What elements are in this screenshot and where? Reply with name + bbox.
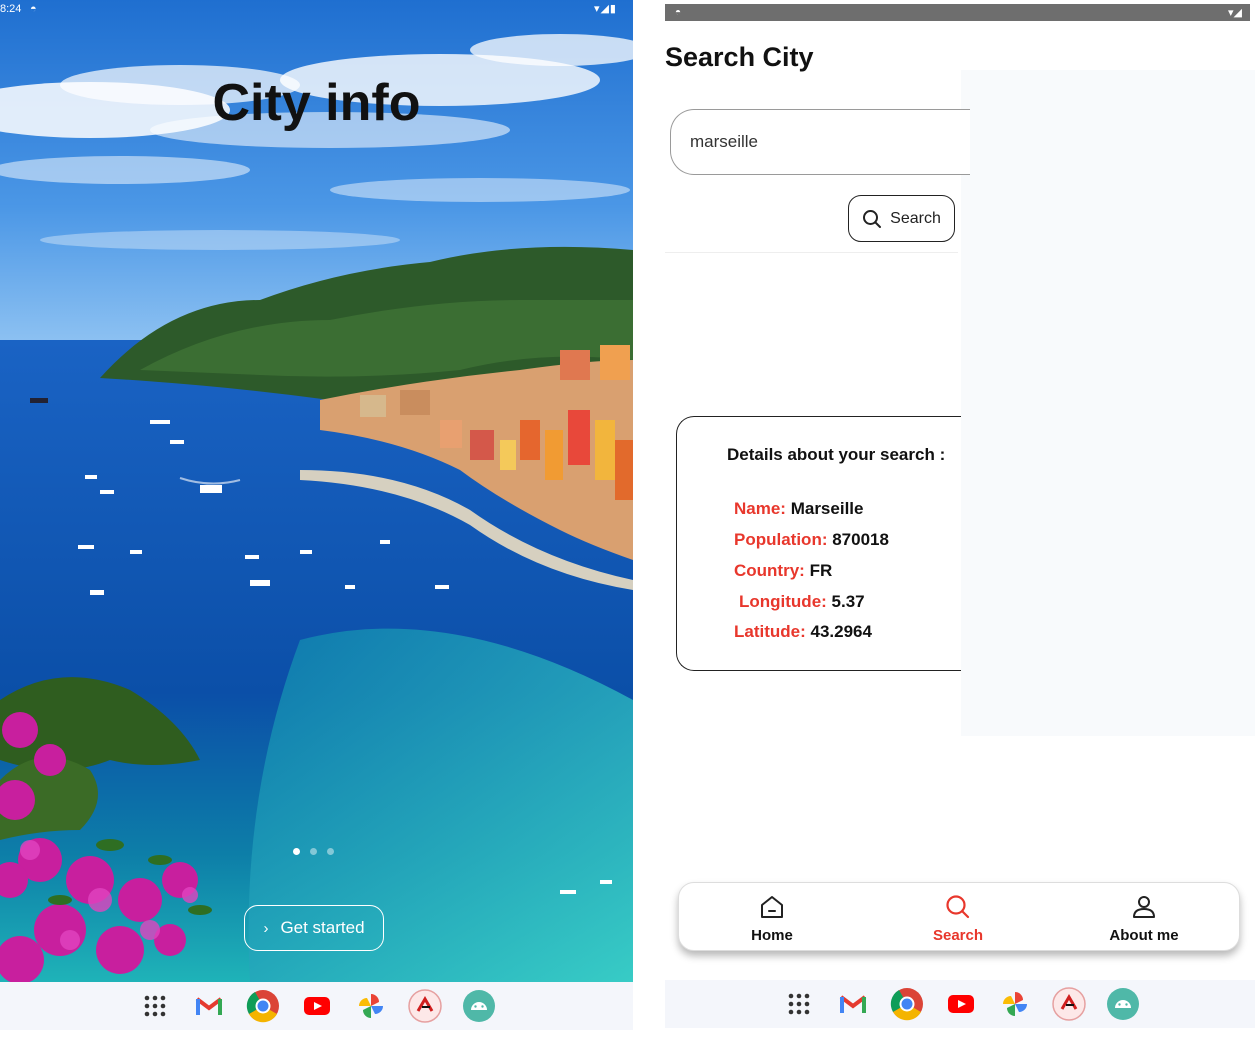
nav-home-label: Home: [751, 927, 793, 944]
nav-about[interactable]: About me: [1084, 893, 1204, 944]
signal-battery-icons: ▾◢: [1228, 7, 1242, 19]
photos-icon[interactable]: [998, 987, 1032, 1021]
dock-icons: [138, 982, 496, 1030]
search-button[interactable]: Search: [848, 195, 955, 242]
nav-home[interactable]: Home: [712, 893, 832, 944]
detail-longitude: Longitude: 5.37: [739, 592, 865, 612]
name-label: Name:: [734, 499, 786, 518]
android-app-icon[interactable]: [462, 989, 496, 1023]
detail-latitude: Latitude: 43.2964: [734, 622, 872, 642]
country-value: FR: [809, 561, 833, 580]
app-red-icon[interactable]: [408, 989, 442, 1023]
search-screen: ◓ ▾◢ Search City Search Details about yo…: [665, 0, 1255, 1030]
gmail-icon[interactable]: [192, 989, 226, 1023]
nav-about-label: About me: [1109, 927, 1179, 944]
get-started-label: Get started: [280, 918, 365, 937]
population-label: Population:: [734, 530, 828, 549]
app-title: City info: [212, 74, 421, 132]
status-bar: ◓ ▾◢: [665, 4, 1250, 21]
person-icon: [1133, 896, 1155, 918]
page-title: Search City: [665, 42, 814, 72]
sync-icon: ◓: [30, 3, 37, 15]
search-icon: [863, 209, 882, 228]
search-icon: [946, 895, 970, 919]
population-value: 870018: [832, 530, 889, 549]
gmail-icon[interactable]: [836, 987, 870, 1021]
bottom-navigation: Home Search About me: [678, 882, 1240, 951]
photos-icon[interactable]: [354, 989, 388, 1023]
longitude-value: 5.37: [831, 592, 865, 611]
details-heading: Details about your search :: [727, 445, 946, 464]
divider: [665, 252, 958, 253]
onboarding-screen: 8:24 ◓ ▾◢▮ City info › Get started: [0, 0, 633, 1030]
sync-icon: ◓: [675, 7, 682, 18]
nav-search-label: Search: [932, 927, 984, 944]
dock-icons: [782, 980, 1140, 1028]
latitude-value: 43.2964: [810, 622, 872, 641]
detail-country: Country: FR: [734, 561, 832, 581]
app-dock: [665, 980, 1255, 1028]
signal-battery-icons: ▾◢▮: [593, 3, 617, 15]
home-icon: [761, 896, 783, 918]
page-dot-1[interactable]: [293, 848, 300, 855]
chrome-icon[interactable]: [246, 989, 280, 1023]
apps-grid-icon[interactable]: [138, 989, 172, 1023]
page-dot-2[interactable]: [310, 848, 317, 855]
page-indicator: [293, 848, 334, 855]
background-photo: [0, 0, 633, 982]
longitude-label: Longitude:: [739, 592, 827, 611]
status-bar: 8:24 ◓ ▾◢▮: [0, 0, 633, 18]
status-time: 8:24: [0, 3, 22, 15]
app-red-icon[interactable]: [1052, 987, 1086, 1021]
search-button-label: Search: [890, 209, 941, 227]
latitude-label: Latitude:: [734, 622, 806, 641]
chevron-right-icon: ›: [263, 919, 269, 937]
city-search-input[interactable]: [670, 109, 970, 175]
details-card: Details about your search : Name: Marsei…: [676, 416, 961, 671]
name-value: Marseille: [790, 499, 864, 518]
nav-search[interactable]: Search: [898, 893, 1018, 944]
detail-population: Population: 870018: [734, 530, 889, 550]
page-dot-3[interactable]: [327, 848, 334, 855]
country-label: Country:: [734, 561, 805, 580]
get-started-button[interactable]: › Get started: [244, 905, 384, 951]
chrome-icon[interactable]: [890, 987, 924, 1021]
app-dock: [0, 982, 633, 1030]
youtube-icon[interactable]: [300, 989, 334, 1023]
side-panel: [961, 70, 1255, 736]
youtube-icon[interactable]: [944, 987, 978, 1021]
apps-grid-icon[interactable]: [782, 987, 816, 1021]
android-app-icon[interactable]: [1106, 987, 1140, 1021]
detail-name: Name: Marseille: [734, 499, 863, 519]
